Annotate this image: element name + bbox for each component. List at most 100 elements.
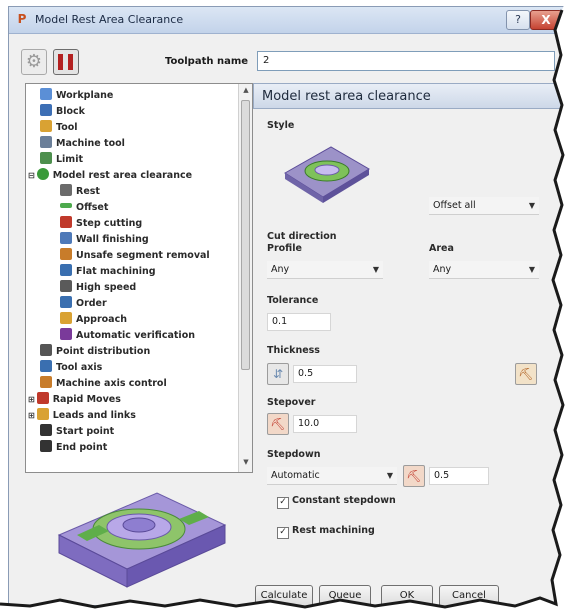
end-point-icon [40,440,52,452]
chevron-down-icon: ▼ [528,201,535,210]
tool-icon [40,120,52,132]
verification-icon [60,328,72,340]
chevron-down-icon: ▼ [528,265,535,274]
tree-item-wall-finishing[interactable]: Wall finishing [60,232,149,248]
queue-button[interactable]: Queue [319,585,371,607]
high-speed-icon [60,280,72,292]
toolpath-name-input[interactable]: 2 [257,51,555,71]
tree-item-approach[interactable]: Approach [60,312,127,328]
unsafe-segment-icon [60,248,72,260]
window-title: Model Rest Area Clearance [35,13,184,26]
collapse-icon[interactable]: ⊟ [28,171,35,180]
tree-item-start-point[interactable]: Start point [40,424,114,440]
tree-item-offset[interactable]: Offset [60,200,108,216]
profile-label: Profile [267,243,302,254]
style-preview-image [284,146,370,203]
machine-tool-icon [40,136,52,148]
style-select[interactable]: Offset all ▼ [429,197,539,215]
leads-links-icon [36,408,49,420]
tree-item-point-distribution[interactable]: Point distribution [40,344,150,360]
tree-item-rest[interactable]: Rest [60,184,100,200]
chevron-down-icon: ▼ [372,265,379,274]
ok-button[interactable]: OK [381,585,433,607]
app-logo-icon: P [17,12,27,26]
cut-direction-label: Cut direction [267,231,337,242]
strategy-tree: Workplane Block Tool Machine tool Limit … [25,83,253,473]
tree-item-order[interactable]: Order [60,296,107,312]
tree-scrollbar[interactable]: ▲ ▼ [238,84,252,472]
tree-item-tool-axis[interactable]: Tool axis [40,360,102,376]
close-button[interactable]: X [530,10,562,30]
title-bar: P Model Rest Area Clearance ? X [9,7,565,34]
point-distribution-icon [40,344,52,356]
dialog-window: P Model Rest Area Clearance ? X ⚙ Toolpa… [8,6,565,607]
style-label: Style [267,120,295,131]
thickness-mode-icon[interactable]: ⇵ [267,363,289,385]
block-icon [40,104,52,116]
help-button[interactable]: ? [506,10,530,30]
parameters-panel: Model rest area clearance Style Offset a… [253,83,565,599]
stepover-input[interactable]: 10.0 [293,415,357,433]
tolerance-input[interactable]: 0.1 [267,313,331,331]
thickness-label: Thickness [267,345,320,356]
tool-axis-icon [40,360,52,372]
stepover-tool-icon[interactable]: ⛏ [267,413,289,435]
expand-icon[interactable]: ⊞ [28,411,35,420]
expand-icon[interactable]: ⊞ [28,395,35,404]
stepdown-input[interactable]: 0.5 [429,467,489,485]
toolpath-3d-preview [57,492,227,588]
tree-item-end-point[interactable]: End point [40,440,107,456]
scroll-up-icon[interactable]: ▲ [241,86,251,98]
checkbox-checked-icon[interactable]: ✓ [277,497,289,509]
rapid-moves-icon [36,392,49,404]
thickness-input[interactable]: 0.5 [293,365,357,383]
tree-item-machine-axis-control[interactable]: Machine axis control [40,376,167,392]
limit-icon [40,152,52,164]
rest-machining-checkbox[interactable]: ✓ Rest machining [277,525,375,539]
tree-item-block[interactable]: Block [40,104,85,120]
tree-item-flat-machining[interactable]: Flat machining [60,264,156,280]
tree-item-machine-tool[interactable]: Machine tool [40,136,125,152]
start-point-icon [40,424,52,436]
tree-item-model-rest-area-clearance[interactable]: ⊟ Model rest area clearance [28,168,192,184]
calculate-button[interactable]: Calculate [255,585,313,607]
strategy-selector-icon[interactable] [53,49,79,75]
strategy-icon [36,168,49,180]
stepdown-mode-select[interactable]: Automatic ▼ [267,467,397,485]
profile-select[interactable]: Any ▼ [267,261,383,279]
tree-item-tool[interactable]: Tool [40,120,78,136]
panel-title: Model rest area clearance [253,83,565,109]
thickness-tool-icon[interactable]: ⛏ [515,363,537,385]
tree-item-workplane[interactable]: Workplane [40,88,113,104]
tree-item-high-speed[interactable]: High speed [60,280,136,296]
scroll-down-icon[interactable]: ▼ [241,458,251,470]
stepdown-label: Stepdown [267,449,321,460]
tree-item-automatic-verification[interactable]: Automatic verification [60,328,195,344]
cancel-button[interactable]: Cancel [439,585,499,607]
workplane-icon [40,88,52,100]
wall-finishing-icon [60,232,72,244]
order-icon [60,296,72,308]
approach-icon [60,312,72,324]
checkbox-checked-icon[interactable]: ✓ [277,527,289,539]
area-label: Area [429,243,454,254]
axis-control-icon [40,376,52,388]
tree-item-step-cutting[interactable]: Step cutting [60,216,142,232]
stepdown-tool-icon[interactable]: ⛏ [403,465,425,487]
tolerance-label: Tolerance [267,295,319,306]
scrollbar-thumb[interactable] [241,100,250,370]
constant-stepdown-checkbox[interactable]: ✓ Constant stepdown [277,495,396,509]
flat-machining-icon [60,264,72,276]
tree-item-unsafe-segment-removal[interactable]: Unsafe segment removal [60,248,210,264]
tree-item-leads-and-links[interactable]: ⊞ Leads and links [28,408,136,424]
tree-item-limit[interactable]: Limit [40,152,83,168]
offset-icon [60,203,72,208]
area-select[interactable]: Any ▼ [429,261,539,279]
chevron-down-icon: ▼ [386,471,393,480]
settings-gear-icon[interactable]: ⚙ [21,49,47,75]
tree-item-rapid-moves[interactable]: ⊞ Rapid Moves [28,392,121,408]
stepover-label: Stepover [267,397,316,408]
step-cutting-icon [60,216,72,228]
toolpath-name-label: Toolpath name [165,56,249,67]
rest-icon [60,184,72,196]
